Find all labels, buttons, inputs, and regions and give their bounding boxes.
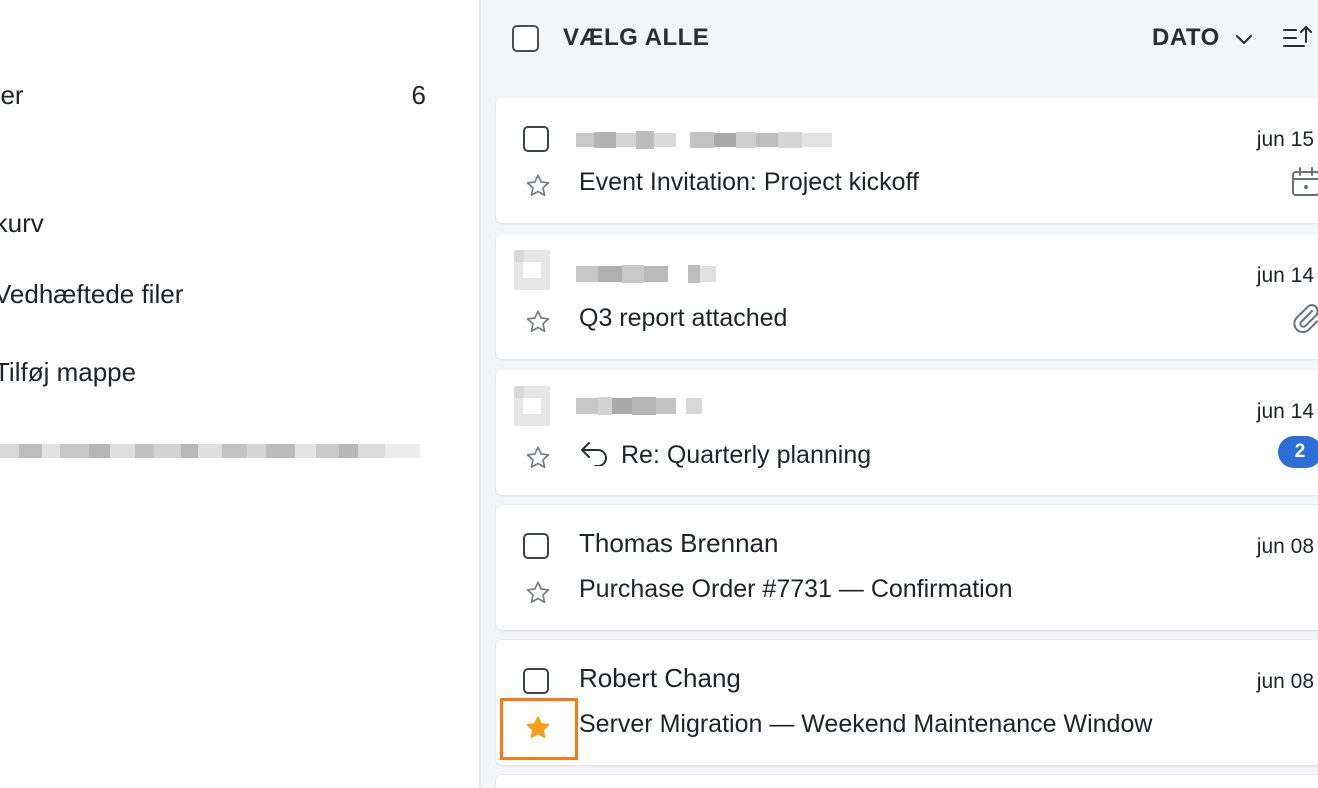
message-date: jun 08: [1256, 670, 1314, 693]
message-row[interactable]: Re: Quarterly planning jun 14 2: [496, 370, 1318, 495]
add-folder-button[interactable]: Tilføj mappe: [0, 352, 434, 392]
avatar: [514, 386, 550, 426]
sidebar-item-sent[interactable]: lt: [0, 139, 426, 179]
sidebar-item-label: Vedhæftede filer: [0, 278, 184, 309]
focus-highlight: [500, 698, 578, 760]
message-sender: Robert Chang: [579, 663, 741, 693]
message-row[interactable]: Robert Chang Server Migration — Weekend …: [496, 640, 1318, 765]
list-header: VÆLG ALLE DATO: [481, 0, 1318, 84]
unread-count: 6: [411, 79, 426, 110]
message-date: jun 14: [1256, 400, 1314, 423]
sidebar-item-label: der: [0, 79, 24, 110]
message-row[interactable]: Event Invitation: Project kickoff jun 15: [496, 98, 1318, 223]
star-icon[interactable]: [524, 172, 552, 200]
redacted-sender: [576, 386, 702, 426]
sidebar-item-label: Tilføj mappe: [0, 356, 137, 387]
sort-ascending-icon[interactable]: [1282, 24, 1314, 52]
message-subject: Re: Quarterly planning: [579, 440, 871, 470]
reply-icon: [581, 442, 607, 466]
thread-count-badge: 2: [1278, 436, 1318, 468]
message-sender: Thomas Brennan: [579, 528, 779, 558]
message-date: jun 14: [1256, 264, 1314, 287]
sort-by-dropdown[interactable]: DATO: [1152, 24, 1220, 52]
message-subject: Server Migration — Weekend Maintenance W…: [579, 710, 1153, 738]
folder-sidebar: n der 6 lt rkurv Vedhæftede filer Tilføj…: [0, 0, 479, 788]
row-checkbox[interactable]: [523, 668, 549, 694]
message-subject-text: Re: Quarterly planning: [621, 441, 872, 469]
avatar: [514, 250, 550, 290]
sidebar-item-label: rkurv: [0, 207, 44, 238]
star-icon[interactable]: [524, 579, 552, 607]
message-row[interactable]: [496, 775, 1318, 788]
sidebar-item-trash[interactable]: rkurv: [0, 203, 426, 243]
select-all-checkbox[interactable]: [512, 25, 539, 52]
message-list-pane: VÆLG ALLE DATO Event Invitation: Project…: [481, 0, 1318, 788]
sidebar-item-folder[interactable]: der 6: [0, 75, 426, 115]
message-row[interactable]: Q3 report attached jun 14: [496, 234, 1318, 359]
redacted-account-text: [0, 432, 421, 470]
message-subject: Purchase Order #7731 — Confirmation: [579, 575, 1013, 603]
message-row[interactable]: Thomas Brennan Purchase Order #7731 — Co…: [496, 505, 1318, 630]
chevron-down-icon[interactable]: [1233, 28, 1255, 50]
message-date: jun 15: [1256, 128, 1314, 151]
row-checkbox[interactable]: [523, 533, 549, 559]
sidebar-item-attachments[interactable]: Vedhæftede filer: [0, 274, 434, 314]
paperclip-icon: [1293, 304, 1318, 334]
star-icon[interactable]: [524, 308, 552, 336]
sidebar-item-inbox[interactable]: n: [0, 12, 426, 52]
select-all-label[interactable]: VÆLG ALLE: [563, 24, 709, 52]
message-date: jun 08: [1256, 535, 1314, 558]
row-checkbox[interactable]: [523, 126, 549, 152]
message-subject: Q3 report attached: [579, 304, 788, 332]
message-subject: Event Invitation: Project kickoff: [579, 168, 919, 196]
star-icon[interactable]: [524, 444, 552, 472]
calendar-icon: [1292, 167, 1318, 196]
redacted-sender: [576, 254, 716, 294]
redacted-sender: [576, 120, 832, 160]
